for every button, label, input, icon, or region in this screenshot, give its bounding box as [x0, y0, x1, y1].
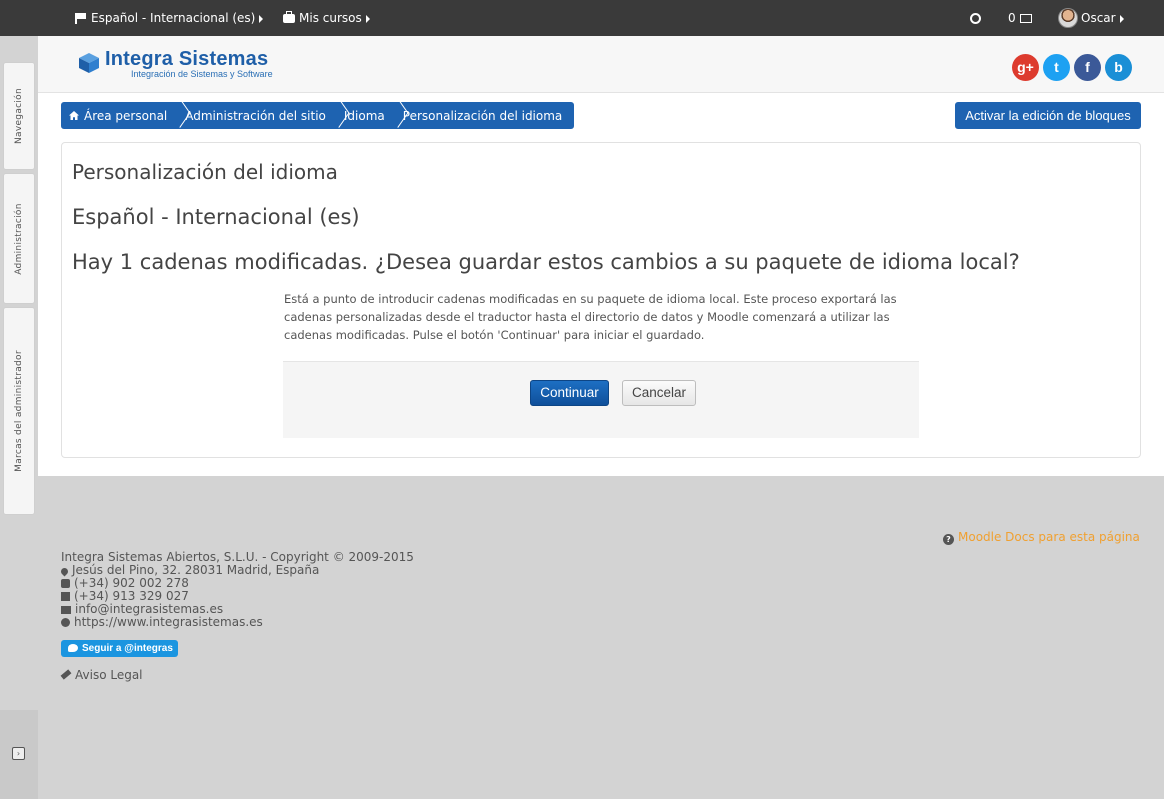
company-name: Integra Sistemas Abiertos, S.L.U.: [61, 550, 259, 564]
breadcrumb-label: Área personal: [84, 108, 168, 123]
undock-icon[interactable]: ›: [12, 747, 25, 760]
map-marker-icon: [59, 566, 70, 577]
facebook-icon[interactable]: f: [1074, 54, 1101, 81]
home-icon: [69, 111, 79, 120]
dock-tab-marcas[interactable]: Marcas del administrador: [3, 307, 35, 515]
google-plus-icon[interactable]: g+: [1012, 54, 1039, 81]
phone-text: (+34) 902 002 278: [74, 576, 189, 590]
email-link[interactable]: info@integrasistemas.es: [75, 602, 223, 616]
continue-button[interactable]: Continuar: [530, 380, 609, 406]
legal-label: Aviso Legal: [75, 668, 143, 682]
breadcrumb-separator: [385, 102, 403, 129]
notifications-toggle[interactable]: [970, 0, 981, 36]
dock-tab-label: Administración: [14, 202, 24, 275]
breadcrumb-site-admin[interactable]: Administración del sitio: [185, 102, 326, 129]
breadcrumb-separator: [167, 102, 185, 129]
twitter-bird-icon: [68, 644, 78, 652]
dock-top-bar: [0, 0, 38, 36]
breadcrumb-label: Idioma: [343, 108, 385, 123]
caret-right-icon: [1119, 15, 1124, 23]
question-circle-icon: ?: [943, 534, 954, 545]
caret-right-icon: [259, 15, 264, 23]
copyright: - Copyright © 2009-2015: [258, 550, 414, 564]
my-courses-label: Mis cursos: [299, 11, 362, 25]
envelope-icon: [1019, 14, 1032, 23]
breadcrumb-label: Administración del sitio: [185, 108, 326, 123]
confirm-buttons: Continuar Cancelar: [283, 361, 919, 438]
language-heading: Español - Internacional (es): [72, 205, 360, 229]
cube-logo-icon: [79, 53, 99, 73]
my-courses-menu[interactable]: Mis cursos: [283, 0, 370, 36]
notice-text: Está a punto de introducir cadenas modif…: [284, 292, 897, 342]
user-name: Oscar: [1081, 11, 1116, 25]
docs-link-label: Moodle Docs para esta página: [958, 530, 1140, 544]
messages-count: 0: [1008, 11, 1016, 25]
globe-icon: [61, 618, 70, 627]
user-menu[interactable]: Oscar: [1058, 0, 1124, 36]
footer-contact: Integra Sistemas Abiertos, S.L.U. - Copy…: [59, 550, 414, 629]
language-menu-label: Español - Internacional (es): [91, 11, 256, 25]
page-title: Personalización del idioma: [72, 160, 338, 184]
blog-icon[interactable]: b: [1105, 54, 1132, 81]
fax-icon: [61, 592, 70, 601]
legal-link[interactable]: Aviso Legal: [60, 668, 143, 682]
twitter-follow-label: Seguir a @integras: [82, 643, 173, 654]
block-dock: Navegación Administración Marcas del adm…: [0, 0, 38, 799]
dock-bottom: ›: [0, 710, 38, 799]
fax-text: (+34) 913 329 027: [74, 589, 189, 603]
dock-tab-navegacion[interactable]: Navegación: [3, 62, 35, 170]
footer-website: https://www.integrasistemas.es: [61, 616, 414, 629]
dock-tab-label: Navegación: [14, 88, 24, 144]
twitter-follow-button[interactable]: Seguir a @integras: [61, 640, 178, 657]
breadcrumb-home[interactable]: Área personal: [69, 102, 167, 129]
logo-subtitle: Integración de Sistemas y Software: [131, 69, 273, 79]
main-region: Integra Sistemas Integración de Sistemas…: [38, 36, 1164, 476]
edit-blocks-button[interactable]: Activar la edición de bloques: [955, 102, 1141, 129]
breadcrumb: Área personal Administración del sitio I…: [61, 102, 575, 129]
site-header: Integra Sistemas Integración de Sistemas…: [38, 36, 1164, 93]
moodle-docs-link[interactable]: ? Moodle Docs para esta página: [943, 530, 1140, 545]
gavel-icon: [60, 669, 72, 680]
dock-tab-administracion[interactable]: Administración: [3, 173, 35, 304]
clock-icon: [970, 13, 981, 24]
messages-toggle[interactable]: 0: [1008, 0, 1032, 36]
twitter-icon[interactable]: t: [1043, 54, 1070, 81]
question-heading: Hay 1 cadenas modificadas. ¿Desea guarda…: [72, 250, 1020, 274]
website-link[interactable]: https://www.integrasistemas.es: [74, 615, 263, 629]
avatar: [1058, 8, 1078, 28]
caret-right-icon: [365, 15, 370, 23]
address-text: Jesús del Pino, 32. 28031 Madrid, España: [72, 563, 320, 577]
envelope-icon: [61, 606, 71, 614]
breadcrumb-label: Personalización del idioma: [402, 108, 563, 123]
top-navbar: Español - Internacional (es) Mis cursos …: [38, 0, 1164, 36]
flag-icon: [75, 13, 87, 24]
breadcrumb-language[interactable]: Idioma: [344, 102, 385, 129]
phone-icon: [61, 579, 70, 588]
breadcrumb-current: Personalización del idioma: [403, 102, 563, 129]
dock-tab-label: Marcas del administrador: [14, 350, 24, 472]
breadcrumb-separator: [326, 102, 344, 129]
language-menu[interactable]: Español - Internacional (es): [75, 0, 264, 36]
logo-title: Integra Sistemas: [105, 48, 269, 70]
briefcase-icon: [283, 11, 295, 23]
cancel-button[interactable]: Cancelar: [622, 380, 696, 406]
content-panel: Personalización del idioma Español - Int…: [61, 142, 1141, 458]
